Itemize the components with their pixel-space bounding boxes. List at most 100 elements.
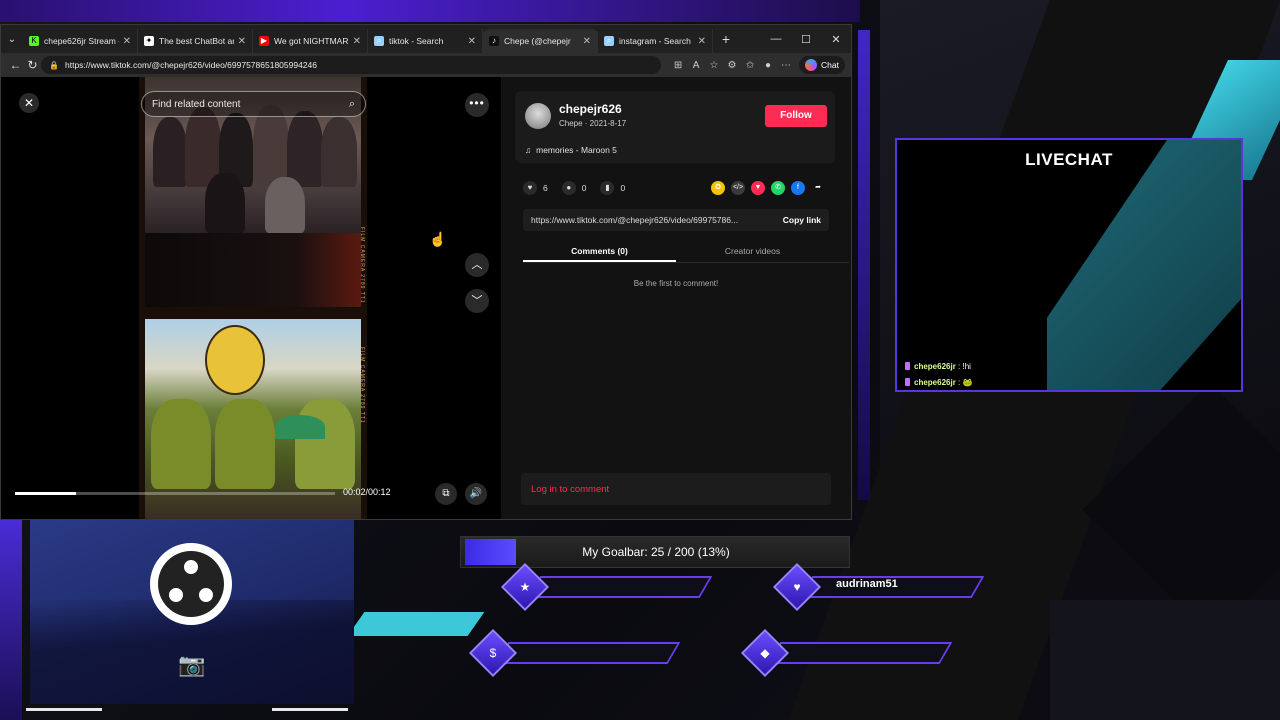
film-edge-text: FILM CAMERA 2789 TT1 [359,347,365,424]
browser-tab[interactable]: ⌕ tiktok - Search ✕ [368,29,483,53]
url-field[interactable]: 🔒 https://www.tiktok.com/@chepejr626/vid… [41,56,662,74]
close-video-icon[interactable]: ✕ [19,93,39,113]
follower-name: audrinam51 [836,578,898,590]
livechat-decoration [1047,140,1241,390]
livechat-title: LIVECHAT [1025,150,1113,169]
chat-badge-icon [905,378,910,386]
engagement-stats: ♥ 6 ● 0 ▮ 0 [523,181,639,195]
author-username[interactable]: chepejr626 [559,102,622,116]
chat-user: chepe626jr [914,362,956,371]
pip-icon[interactable]: ⧉ [435,483,457,505]
extensions-icon[interactable]: ⚙ [723,60,741,71]
goal-bar: My Goalbar: 25 / 200 (13%) [460,536,850,568]
share-arrow-icon[interactable]: ➦ [811,181,825,195]
read-aloud-icon[interactable]: A [687,60,705,71]
follow-button[interactable]: Follow [765,105,827,127]
close-window-icon[interactable]: ✕ [821,33,851,46]
chat-message: chepe626jr : !hi [905,362,971,371]
browser-tab[interactable]: ♪ Chepe (@chepejr ✕ [483,29,598,53]
browser-tab[interactable]: Kchepe626jr Stream - Ki ✕ [23,29,138,53]
browser-tab[interactable]: ▶ We got NIGHTMARES ✕ [253,29,368,53]
save-button[interactable]: ▮ 0 [600,181,625,195]
like-button[interactable]: ♥ 6 [523,181,548,195]
heart-icon: ♥ [523,181,537,195]
bg-shard-purple [858,30,870,500]
tab-close-icon[interactable]: ✕ [238,36,246,47]
tab-close-icon[interactable]: ✕ [698,36,706,47]
search-placeholder: Find related content [152,98,241,110]
related-search-input[interactable]: Find related content ⌕ [141,91,366,117]
tab-favicon-icon: ▶ [259,36,269,46]
embed-icon[interactable]: </> [731,181,745,195]
facebook-icon[interactable]: f [791,181,805,195]
favorite-star-icon[interactable]: ☆ [705,60,723,71]
livechat-panel: LIVECHAT chepe626jr : !hi chepe626jr : 🐸 [895,138,1243,392]
comment-button[interactable]: ● 0 [561,181,586,195]
copy-link-button[interactable]: Copy link [783,215,821,225]
login-label: Log in to comment [531,483,610,495]
video-progress-bar[interactable] [15,492,335,495]
login-to-comment-button[interactable]: Log in to comment [521,473,831,505]
whatsapp-icon[interactable]: ✆ [771,181,785,195]
avatar[interactable] [525,103,551,129]
chat-badge-icon [905,362,910,370]
tab-label: tiktok - Search [389,36,444,46]
tab-bar: ⌄ Kchepe626jr Stream - Ki ✕ ✦ The best Chat… [1,25,851,53]
divider [26,708,102,711]
theme-park-photo [145,319,361,519]
tab-label: Chepe (@chepejr [504,36,571,46]
tab-favicon-icon: ✦ [144,36,154,46]
music-note-icon: ♫ [525,145,537,155]
profile-icon[interactable]: ● [759,60,777,71]
tab-creator-videos[interactable]: Creator videos [676,241,829,262]
video-player[interactable]: FILM CAMERA 2789 TT1 FILM CAMERA 2789 TT… [1,77,501,519]
maximize-icon[interactable]: ☐ [791,33,821,46]
tab-favicon-icon: ⌕ [604,36,614,46]
alert-subscriber: ★ [500,562,713,612]
bg-shard-purple [0,520,22,720]
copilot-chat-button[interactable]: Chat [799,56,845,74]
refresh-icon[interactable]: ↻ [24,58,41,72]
app-available-icon[interactable]: ⊞ [669,60,687,71]
alert-bar [495,642,681,664]
browser-tab[interactable]: ⌕ instagram - Search ✕ [598,29,713,53]
obs-logo-icon [150,543,232,625]
tab-close-icon[interactable]: ✕ [468,36,476,47]
music-title: memories - Maroon 5 [536,145,617,155]
music-line[interactable]: ♫ memories - Maroon 5 [525,145,617,155]
empty-comments-text: Be the first to comment! [633,279,719,288]
film-edge-text: FILM CAMERA 2789 TT1 [359,227,365,304]
tab-label: chepe626jr Stream - Ki [44,36,119,46]
alert-follower: ♥ audrinam51 [772,562,985,612]
share-icons: ✪ </> ▼ ✆ f ➦ [711,181,831,195]
tab-close-icon[interactable]: ✕ [123,36,131,47]
more-options-icon[interactable]: ••• [465,93,489,117]
favorites-icon[interactable]: ✩ [741,60,759,71]
dollar-icon: $ [489,646,497,660]
tab-close-icon[interactable]: ✕ [353,36,361,47]
previous-video-icon[interactable]: ︿ [465,253,489,277]
volume-icon[interactable]: 🔊 [465,483,487,505]
tab-actions-icon[interactable]: ⌄ [1,34,23,45]
heart-icon: ♥ [793,580,801,594]
new-tab-button[interactable]: + [713,31,739,47]
tab-favicon-icon: ⌕ [374,36,384,46]
tab-comments[interactable]: Comments (0) [523,241,676,262]
next-video-icon[interactable]: ﹀ [465,289,489,313]
window-controls: — ☐ ✕ [761,33,851,46]
coin-share-icon[interactable]: ✪ [711,181,725,195]
tab-close-icon[interactable]: ✕ [583,36,591,47]
tab-label: instagram - Search [619,36,691,46]
minimize-icon[interactable]: — [761,33,791,46]
send-to-friends-icon[interactable]: ▼ [751,181,765,195]
save-count: 0 [620,183,626,193]
like-count: 6 [543,183,548,193]
back-icon[interactable]: ← [7,58,24,72]
browser-tab[interactable]: ✦ The best ChatBot and M ✕ [138,29,253,53]
topiary [215,399,275,489]
share-link[interactable]: https://www.tiktok.com/@chepejr626/video… [531,215,738,225]
more-menu-icon[interactable]: ⋯ [777,60,795,71]
diamond-icon: ◆ [760,646,770,660]
bg-shard-teal [347,612,485,636]
divider [272,708,348,711]
